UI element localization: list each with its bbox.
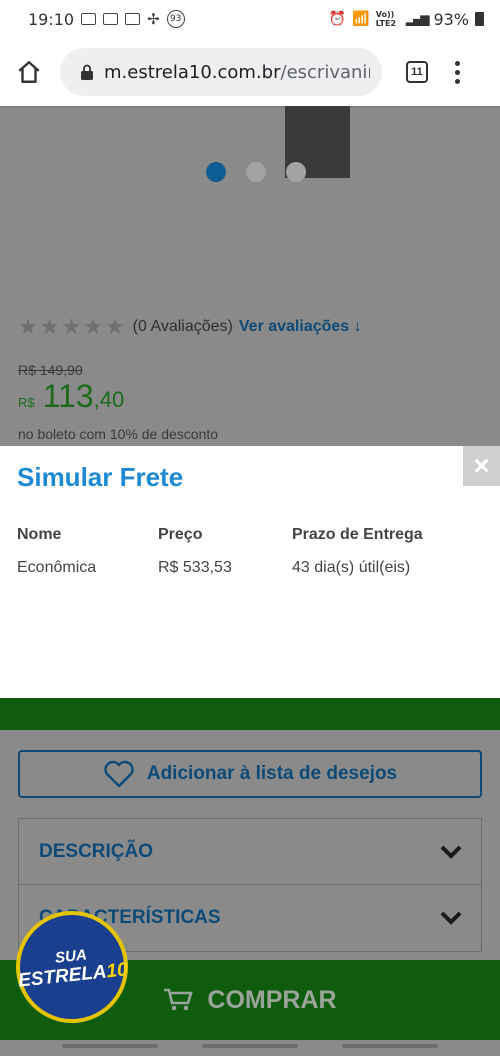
shipping-simulation-modal: Simular Frete × Nome Preço Prazo de Entr… bbox=[0, 446, 500, 698]
clock: 19:10 bbox=[28, 9, 75, 29]
price-currency: R$ bbox=[18, 395, 35, 410]
notification-icon bbox=[81, 13, 97, 25]
see-reviews-label: Ver avaliações bbox=[238, 318, 350, 335]
url-path: /escrivanin bbox=[280, 61, 371, 83]
home-icon bbox=[18, 61, 40, 83]
modal-title: Simular Frete bbox=[17, 462, 184, 492]
carousel-dot-active[interactable] bbox=[206, 162, 226, 182]
gallery-notification-icon bbox=[103, 13, 119, 25]
arrow-down-icon: ↓ bbox=[353, 318, 362, 335]
shipping-name-cell: Econômica bbox=[17, 559, 97, 576]
close-button[interactable]: × bbox=[463, 446, 500, 486]
badge-line2: ESTRELA10 bbox=[17, 959, 129, 992]
shipping-price-cell: R$ 533,53 bbox=[158, 559, 232, 576]
nav-back-handle[interactable] bbox=[342, 1044, 438, 1048]
browser-toolbar: m.estrela10.com.br/escrivanin 11 bbox=[0, 38, 500, 106]
rating-count: (0 Avaliações) bbox=[132, 318, 233, 335]
url-text: m.estrela10.com.br/escrivanin bbox=[104, 62, 370, 83]
boleto-discount-note: no boleto com 10% de desconto bbox=[18, 426, 219, 442]
wifi-icon: 📶 bbox=[352, 11, 370, 27]
carousel-indicators bbox=[206, 162, 306, 182]
address-bar[interactable]: m.estrela10.com.br/escrivanin bbox=[60, 48, 382, 96]
signal-icon: ▂▄▆ bbox=[405, 12, 430, 26]
nav-home-handle[interactable] bbox=[202, 1044, 298, 1048]
shipping-delivery-cell: 43 dia(s) útil(eis) bbox=[292, 559, 411, 576]
star-icon: ★ bbox=[61, 314, 82, 339]
carousel-dot[interactable] bbox=[286, 162, 306, 182]
buy-button-label: COMPRAR bbox=[207, 985, 337, 1014]
column-header-name: Nome bbox=[17, 526, 62, 543]
browser-menu-button[interactable] bbox=[454, 60, 460, 84]
calendar-notification-icon bbox=[125, 13, 141, 25]
dot bbox=[454, 78, 460, 84]
badge-word: ESTRELA bbox=[17, 960, 108, 992]
old-price: R$ 149,90 bbox=[18, 362, 83, 378]
close-icon: × bbox=[473, 450, 490, 481]
nav-recent-handle[interactable] bbox=[62, 1044, 158, 1048]
carousel-dot[interactable] bbox=[246, 162, 266, 182]
battery-icon bbox=[475, 12, 484, 26]
fan-icon: ✢ bbox=[147, 10, 160, 28]
cart-icon bbox=[164, 988, 194, 1011]
status-bar: 19:10 ✢ 93 ⏰ 📶 Vo)) LTE2 ▂▄▆ 93% bbox=[0, 0, 500, 38]
star-icon: ★ bbox=[18, 314, 38, 339]
wishlist-label: Adicionar à lista de desejos bbox=[146, 763, 398, 784]
column-header-price: Preço bbox=[158, 526, 203, 543]
accordion-description[interactable]: DESCRIÇÃO bbox=[19, 819, 481, 885]
heart-icon bbox=[104, 760, 134, 788]
notification-count-badge: 93 bbox=[166, 10, 185, 28]
star-icon: ★ bbox=[83, 314, 103, 339]
badge-number: 10 bbox=[105, 958, 129, 982]
battery-level: 93% bbox=[433, 9, 469, 29]
add-to-wishlist-button[interactable]: Adicionar à lista de desejos bbox=[18, 750, 482, 798]
price-decimal: ,40 bbox=[93, 387, 125, 412]
price-integer: 113 bbox=[42, 378, 94, 414]
column-header-delivery: Prazo de Entrega bbox=[292, 526, 423, 543]
tab-switcher-button[interactable]: 11 bbox=[406, 61, 428, 83]
network-indicator: Vo)) LTE2 bbox=[375, 10, 397, 28]
lock-icon bbox=[81, 64, 93, 80]
url-host: m.estrela10.com.br bbox=[104, 61, 281, 83]
chevron-down-icon bbox=[440, 845, 462, 859]
accordion-label: DESCRIÇÃO bbox=[39, 840, 154, 862]
alarm-icon: ⏰ bbox=[328, 11, 347, 27]
home-button[interactable] bbox=[14, 57, 44, 87]
dot bbox=[454, 69, 460, 75]
star-icon: ★ bbox=[104, 314, 125, 339]
see-reviews-link[interactable]: Ver avaliações ↓ bbox=[239, 318, 362, 336]
star-icon: ★ bbox=[39, 314, 60, 339]
gesture-navigation-bar bbox=[0, 1040, 500, 1056]
current-price: R$ 113 ,40 bbox=[18, 378, 124, 415]
chevron-down-icon bbox=[440, 911, 462, 925]
dot bbox=[454, 60, 460, 66]
product-rating: ★ ★ ★ ★ ★ (0 Avaliações) Ver avaliações … bbox=[18, 314, 362, 340]
